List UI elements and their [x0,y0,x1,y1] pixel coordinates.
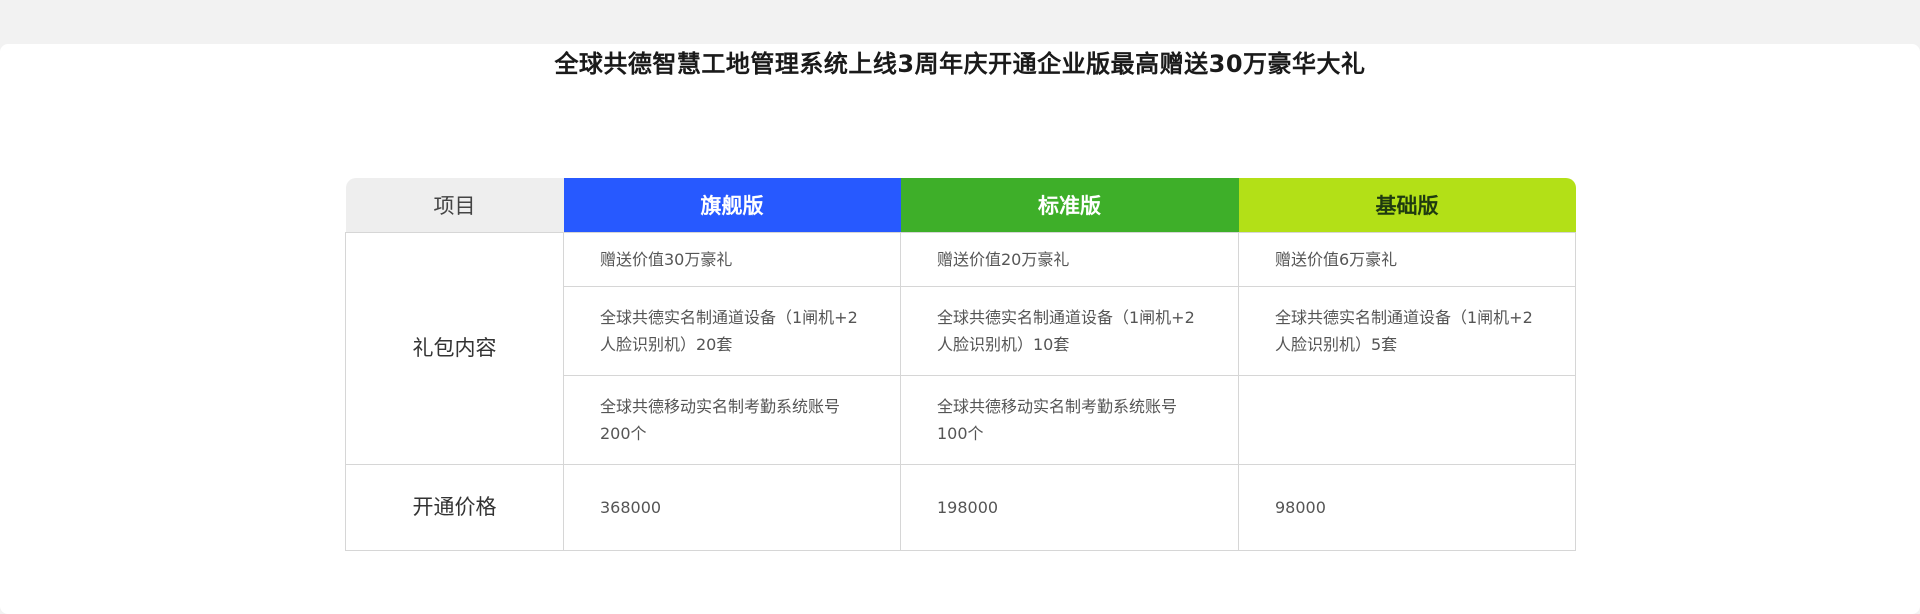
price-flagship: 368000 [563,464,901,551]
table-row: 礼包内容 赠送价值30万豪礼 赠送价值20万豪礼 赠送价值6万豪礼 [345,232,1576,465]
header-basic: 基础版 [1238,178,1576,233]
header-item: 项目 [345,178,564,233]
cell-basic: 全球共德实名制通道设备（1闸机+2人脸识别机）5套 [1238,286,1576,376]
table-header-row: 项目 旗舰版 标准版 基础版 [345,178,1576,233]
row-label-gift: 礼包内容 [345,232,564,465]
cell-flagship: 全球共德移动实名制考勤系统账号200个 [563,375,901,465]
table-row: 开通价格 368000 198000 98000 [345,464,1576,551]
cell-basic: 赠送价值6万豪礼 [1238,232,1576,287]
pricing-table-wrapper: 项目 旗舰版 标准版 基础版 礼包内容 赠送价值30万豪礼 赠送价值20万豪礼 … [345,178,1576,551]
cell-flagship: 全球共德实名制通道设备（1闸机+2人脸识别机）20套 [563,286,901,376]
cell-flagship: 赠送价值30万豪礼 [563,232,901,287]
cell-standard: 全球共德移动实名制考勤系统账号100个 [900,375,1239,465]
row-label-price: 开通价格 [345,464,564,551]
page-title: 全球共德智慧工地管理系统上线3周年庆开通企业版最高赠送30万豪华大礼 [554,50,1366,78]
price-standard: 198000 [900,464,1239,551]
price-basic: 98000 [1238,464,1576,551]
cell-basic [1238,375,1576,465]
pricing-table: 项目 旗舰版 标准版 基础版 礼包内容 赠送价值30万豪礼 赠送价值20万豪礼 … [345,178,1576,551]
cell-standard: 全球共德实名制通道设备（1闸机+2人脸识别机）10套 [900,286,1239,376]
header-flagship: 旗舰版 [563,178,901,233]
header-standard: 标准版 [900,178,1239,233]
cell-standard: 赠送价值20万豪礼 [900,232,1239,287]
